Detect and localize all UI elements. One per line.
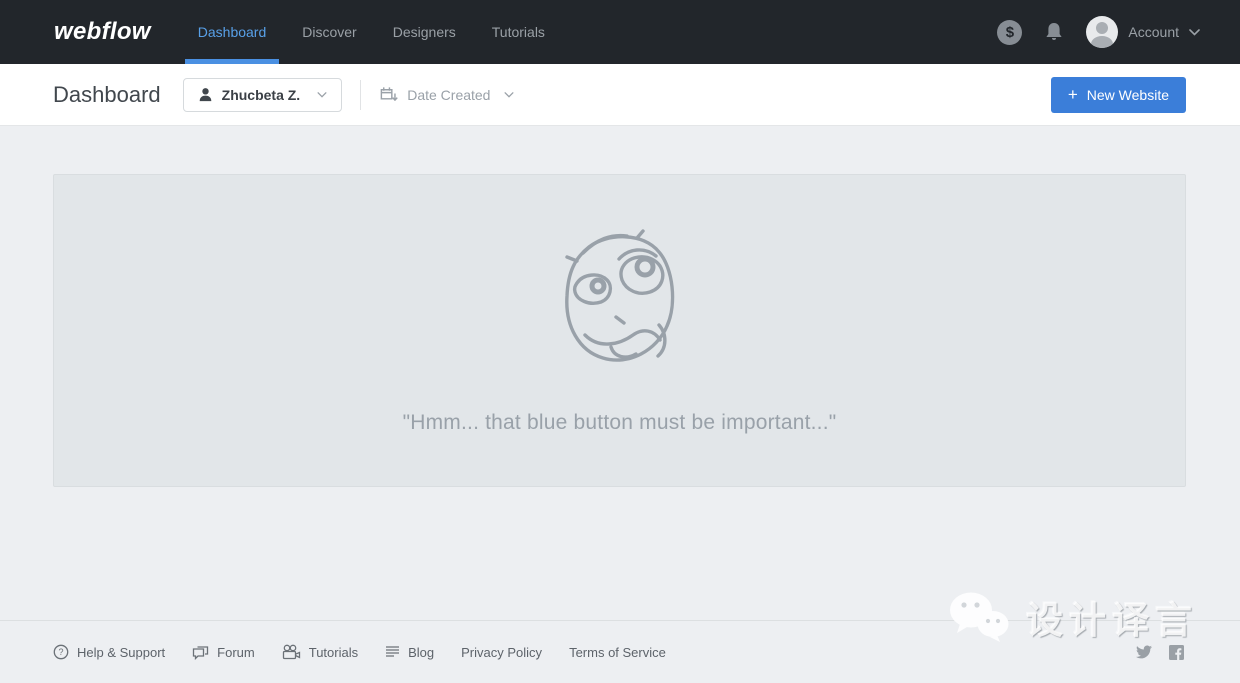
workspace-value: Zhucbeta Z. [222,87,301,103]
footer-link-blog[interactable]: Blog [385,645,434,660]
sort-value: Date Created [407,87,490,103]
thinking-face-doodle [553,229,687,371]
empty-state-card: "Hmm... that blue button must be importa… [53,174,1186,487]
plus-icon: + [1068,88,1078,102]
nav-item-label: Discover [302,24,356,40]
footer-link-help-support[interactable]: ? Help & Support [53,644,165,660]
footer-link-label: Privacy Policy [461,645,542,660]
nav-item-label: Dashboard [198,24,267,40]
nav-item-discover[interactable]: Discover [289,0,369,64]
nav-item-label: Tutorials [492,24,545,40]
nav-item-designers[interactable]: Designers [380,0,469,64]
footer-link-forum[interactable]: Forum [192,644,255,660]
footer-link-label: Tutorials [309,645,358,660]
footer-link-terms-of-service[interactable]: Terms of Service [569,645,666,660]
workspace-dropdown[interactable]: Zhucbeta Z. [183,78,343,112]
nav-item-label: Designers [393,24,456,40]
sort-dropdown[interactable]: Date Created [379,85,514,104]
twitter-icon[interactable] [1136,645,1152,659]
nav-item-tutorials[interactable]: Tutorials [479,0,558,64]
notifications-bell-icon[interactable] [1044,21,1064,43]
video-camera-icon [282,644,301,660]
header-divider [360,80,361,110]
svg-text:?: ? [58,647,63,657]
new-website-button[interactable]: + New Website [1051,77,1186,113]
footer-link-tutorials[interactable]: Tutorials [282,644,358,660]
calendar-sort-icon [379,85,398,104]
forum-chat-icon [192,644,209,660]
nav-right-group: $ Account [997,0,1200,64]
social-icons [1136,645,1184,660]
main-content: "Hmm... that blue button must be importa… [0,126,1240,683]
footer-link-label: Help & Support [77,645,165,660]
footer-link-label: Blog [408,645,434,660]
avatar [1086,16,1118,48]
new-website-label: New Website [1087,87,1169,103]
chevron-down-icon [1189,29,1200,36]
person-icon [198,87,213,102]
blog-lines-icon [385,645,400,659]
footer: ? Help & Support Forum Tutorials Blog Pr… [0,620,1240,683]
dollar-glyph: $ [1006,24,1014,41]
webflow-logo[interactable]: webflow [54,18,151,46]
empty-state-caption: "Hmm... that blue button must be importa… [403,411,837,435]
facebook-icon[interactable] [1169,645,1184,660]
top-navbar: webflow Dashboard Discover Designers Tut… [0,0,1240,64]
footer-link-label: Terms of Service [569,645,666,660]
chevron-down-icon [317,92,327,98]
page-header: Dashboard Zhucbeta Z. Date Created + New… [0,64,1240,126]
chevron-down-icon [504,92,514,98]
footer-link-privacy-policy[interactable]: Privacy Policy [461,645,542,660]
account-label: Account [1128,24,1179,40]
footer-link-label: Forum [217,645,255,660]
page-title: Dashboard [53,82,161,108]
help-circle-icon: ? [53,644,69,660]
account-menu[interactable]: Account [1086,16,1200,48]
nav-item-dashboard[interactable]: Dashboard [185,0,280,64]
billing-dollar-icon[interactable]: $ [997,20,1022,45]
